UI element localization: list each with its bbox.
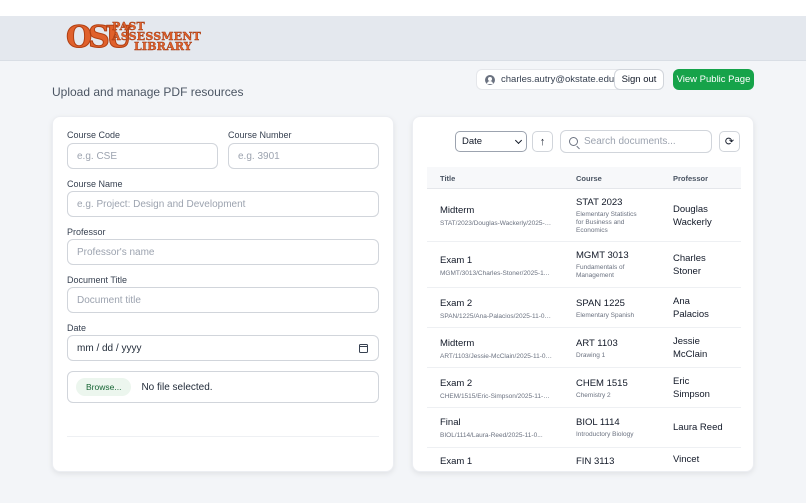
documents-card: Date ↑ Search documents... ⟳ Title Cours… bbox=[412, 116, 754, 472]
course-name-label: Course Name bbox=[67, 179, 123, 189]
form-divider bbox=[67, 436, 379, 437]
file-status: No file selected. bbox=[141, 381, 213, 393]
search-placeholder: Search documents... bbox=[584, 136, 676, 147]
logo-wordmark: PAST ASSESSMENT LIBRARY bbox=[112, 21, 201, 53]
course-code-input[interactable]: e.g. CSE bbox=[67, 143, 218, 169]
logo-line-library: LIBRARY bbox=[134, 40, 192, 53]
row-professor-last: Wackerly bbox=[673, 217, 712, 228]
row-path: BIOL/1114/Laura-Reed/2025-11-0... bbox=[440, 432, 543, 439]
sort-select[interactable]: Date bbox=[455, 131, 527, 152]
row-course-code: FIN 3113 bbox=[576, 456, 615, 467]
row-course-name: Elementary Spanish bbox=[576, 312, 635, 319]
search-input[interactable]: Search documents... bbox=[560, 130, 712, 153]
row-professor: Charles bbox=[673, 253, 706, 264]
upload-form-card: Course Code e.g. CSE Course Number e.g. … bbox=[52, 116, 394, 472]
col-professor[interactable]: Professor bbox=[673, 174, 708, 183]
professor-input[interactable]: Professor's name bbox=[67, 239, 379, 265]
view-public-page-button[interactable]: View Public Page bbox=[673, 69, 754, 90]
course-number-input[interactable]: e.g. 3901 bbox=[228, 143, 379, 169]
row-professor-last: McClain bbox=[673, 349, 708, 360]
file-input[interactable]: Browse... No file selected. bbox=[67, 371, 379, 403]
course-name-input[interactable]: e.g. Project: Design and Development bbox=[67, 191, 379, 217]
table-row[interactable]: Exam 2 CHEM/1515/Eric-Simpson/2025-11-02.… bbox=[427, 368, 741, 408]
osu-logo[interactable]: OSU PAST ASSESSMENT LIBRARY bbox=[66, 20, 218, 55]
professor-label: Professor bbox=[67, 227, 106, 237]
row-path: SPAN/1225/Ana-Palacios/2025-11-02.pdf bbox=[440, 313, 552, 320]
row-course-code: CHEM 1515 bbox=[576, 378, 628, 389]
row-professor: Ana bbox=[673, 296, 690, 307]
row-path: ART/1103/Jessie-McClain/2025-11-02.pdf bbox=[440, 353, 552, 360]
row-course-name: Fundamentals of Management bbox=[576, 264, 625, 279]
col-course[interactable]: Course bbox=[576, 174, 602, 183]
row-course-name: Chemistry 2 bbox=[576, 392, 611, 399]
row-course-code: SPAN 1225 bbox=[576, 298, 625, 309]
user-email: charles.autry@okstate.edu bbox=[501, 74, 615, 85]
table-header: Title Course Professor bbox=[427, 167, 741, 189]
row-course-name: Elementary Statistics for Business and E… bbox=[576, 211, 637, 234]
row-title: Midterm bbox=[440, 338, 475, 349]
browse-button[interactable]: Browse... bbox=[76, 378, 132, 396]
document-title-label: Document Title bbox=[67, 275, 128, 285]
row-course-code: ART 1103 bbox=[576, 338, 618, 349]
row-title: Exam 1 bbox=[440, 255, 473, 266]
document-title-input[interactable]: Document title bbox=[67, 287, 379, 313]
row-course-name: Drawing 1 bbox=[576, 352, 606, 359]
documents-table: Title Course Professor Midterm STAT/2023/… bbox=[427, 167, 741, 471]
search-icon bbox=[569, 137, 578, 146]
sort-value: Date bbox=[462, 136, 483, 147]
row-title: Exam 2 bbox=[440, 378, 473, 389]
table-row[interactable]: Midterm ART/1103/Jessie-McClain/2025-11-0… bbox=[427, 328, 741, 368]
row-path: STAT/2023/Douglas-Wackerly/2025-11-02.pd… bbox=[440, 220, 552, 227]
user-circle-icon bbox=[485, 74, 495, 85]
row-professor: Jessie bbox=[673, 336, 700, 347]
course-number-label: Course Number bbox=[228, 130, 292, 140]
row-professor-last: Simpson bbox=[673, 389, 710, 400]
table-row[interactable]: Exam 1 FIN 3113 Vincet bbox=[427, 448, 741, 471]
top-strip bbox=[0, 0, 806, 16]
refresh-button[interactable]: ⟳ bbox=[719, 131, 740, 152]
row-professor: Laura Reed bbox=[673, 422, 723, 433]
date-input[interactable]: mm / dd / yyyy bbox=[67, 335, 379, 361]
chevron-down-icon bbox=[514, 136, 523, 144]
row-course-name: Introductory Biology bbox=[576, 431, 634, 438]
table-row[interactable]: Midterm STAT/2023/Douglas-Wackerly/2025-1… bbox=[427, 189, 741, 242]
date-value: mm / dd / yyyy bbox=[77, 342, 142, 354]
row-path: MGMT/3013/Charles-Stoner/2025-11-02.pdf bbox=[440, 270, 552, 277]
row-professor: Vincet bbox=[673, 454, 700, 465]
course-code-label: Course Code bbox=[67, 130, 121, 140]
row-professor: Eric bbox=[673, 376, 690, 387]
refresh-icon: ⟳ bbox=[724, 136, 735, 148]
row-course-code: BIOL 1114 bbox=[576, 417, 620, 428]
page-subtitle: Upload and manage PDF resources bbox=[52, 85, 244, 99]
table-row[interactable]: Exam 1 MGMT/3013/Charles-Stoner/2025-11-0… bbox=[427, 242, 741, 288]
table-row[interactable]: Exam 2 SPAN/1225/Ana-Palacios/2025-11-02.… bbox=[427, 288, 741, 328]
row-path: CHEM/1515/Eric-Simpson/2025-11-02.pdf bbox=[440, 393, 552, 400]
row-title: Final bbox=[440, 417, 461, 428]
row-title: Exam 2 bbox=[440, 298, 473, 309]
calendar-icon[interactable] bbox=[359, 343, 368, 353]
row-professor-last: Palacios bbox=[673, 309, 709, 320]
row-professor-last: Stoner bbox=[673, 266, 701, 277]
row-professor: Douglas bbox=[673, 204, 708, 215]
row-course-code: STAT 2023 bbox=[576, 197, 623, 208]
arrow-up-icon: ↑ bbox=[539, 135, 546, 148]
sign-out-button[interactable]: Sign out bbox=[614, 69, 664, 90]
row-course-code: MGMT 3013 bbox=[576, 250, 629, 261]
row-title: Midterm bbox=[440, 205, 475, 216]
table-row[interactable]: Final BIOL/1114/Laura-Reed/2025-11-0... B… bbox=[427, 408, 741, 448]
user-badge: charles.autry@okstate.edu bbox=[476, 69, 624, 90]
col-title[interactable]: Title bbox=[440, 174, 455, 183]
sort-direction-button[interactable]: ↑ bbox=[532, 131, 553, 152]
row-title: Exam 1 bbox=[440, 456, 473, 467]
date-label: Date bbox=[67, 323, 87, 333]
